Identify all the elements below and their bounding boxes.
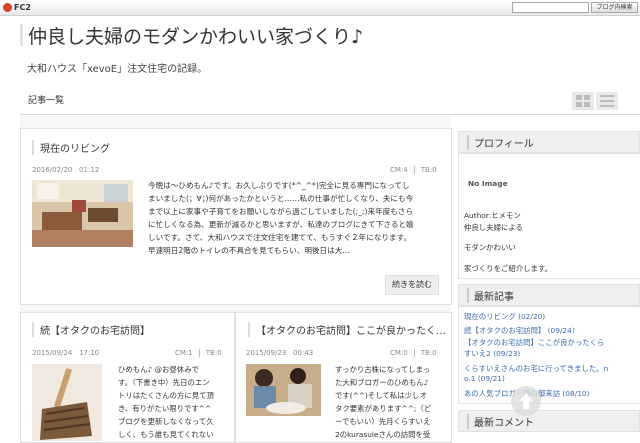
visit-photo xyxy=(246,364,321,416)
article-excerpt: ひめもん♪ @お昼休みで す。（下書き中）先日のエン トリはたくさんの方に見て頂… xyxy=(118,363,228,441)
divider xyxy=(413,349,415,357)
recent-comments-heading: 最新コメント xyxy=(458,410,640,432)
scroll-to-top-button[interactable] xyxy=(511,386,541,416)
blog-search-button[interactable]: ブログ内検索 xyxy=(591,2,638,13)
excerpt-line: 今晩は〜ひめもん♪です。お久しぶりです(*^_^*)完全に見る専門になってし xyxy=(148,181,410,190)
divider xyxy=(413,166,415,174)
featured-date: 2016/02/20 xyxy=(32,166,73,174)
recent-post-link[interactable]: 現在のリビング (02/20) xyxy=(464,311,545,322)
featured-article-datetime: 2016/02/20 01:12 xyxy=(32,166,99,174)
article-cm[interactable]: CM:0 xyxy=(390,349,408,357)
article-date: 2015/09/23 xyxy=(246,349,287,357)
recent-posts-heading: 最新記事 xyxy=(458,284,640,306)
excerpt-line: 2のkurasuieさんの訪問を受 xyxy=(335,430,431,439)
excerpt-line: まで以上に家事や子育てをお願いしながら過ごしていました(;_;)来年度もさら xyxy=(148,207,414,216)
recent-post-link[interactable]: くらすいえさんのお宅に行ってきました。n xyxy=(464,363,608,374)
article-time: 00:43 xyxy=(293,349,314,357)
excerpt-line: タク要素があります^^;（ど xyxy=(335,404,432,413)
article-date: 2015/09/24 xyxy=(32,349,73,357)
grid-icon xyxy=(576,95,590,107)
grid-view-button[interactable] xyxy=(572,92,594,110)
recent-post-link-cont[interactable]: o.1 (09/21) xyxy=(464,374,505,383)
article-thumbnail[interactable] xyxy=(246,364,321,416)
fc2-logo[interactable]: FC2 xyxy=(3,2,31,13)
article-excerpt: すっかり古株になってしまっ た大和ブロガーのひめもん♪ です(^^)そして私は少… xyxy=(335,363,445,441)
arrow-up-icon xyxy=(519,393,533,409)
recent-post-link[interactable]: 続【オタクのお宅訪問】 (09/24) xyxy=(464,325,575,336)
article-datetime: 2015/09/24 17:10 xyxy=(32,349,99,357)
excerpt-line: です(^^)そして私は少しオ xyxy=(335,391,427,400)
excerpt-line: ブログを更新しなくなって久 xyxy=(118,417,214,426)
article-thumbnail[interactable] xyxy=(32,364,102,441)
article-tb[interactable]: TB:0 xyxy=(206,349,222,357)
list-icon xyxy=(600,95,614,107)
excerpt-line: 早速明日2階のトイレの不具合を見てもらい、明後日は大... xyxy=(148,246,350,255)
featured-thumbnail[interactable] xyxy=(32,180,133,247)
profile-no-image: No Image xyxy=(468,179,508,188)
article-time: 17:10 xyxy=(79,349,100,357)
living-room-photo xyxy=(32,180,133,247)
recent-posts-heading-text: 最新記事 xyxy=(467,288,514,303)
featured-cm[interactable]: CM:4 xyxy=(390,166,408,174)
article-counts: CM:1 TB:0 xyxy=(175,349,222,357)
article-counts: CM:0 TB:0 xyxy=(390,349,437,357)
excerpt-line: た大和ブロガーのひめもん♪ xyxy=(335,378,429,387)
broom-photo xyxy=(32,364,102,441)
excerpt-line: トリはたくさんの方に見て頂 xyxy=(118,391,214,400)
excerpt-line: ひめもん♪ @お昼休みで xyxy=(118,365,199,374)
excerpt-line: す。（下書き中）先日のエン xyxy=(118,378,210,387)
read-more-button[interactable]: 続きを読む xyxy=(385,275,439,295)
featured-time: 01:12 xyxy=(79,166,100,174)
blog-title[interactable]: 仲良し夫婦のモダンかわいい家づくり♪ xyxy=(28,22,363,49)
profile-line: 家づくりをご紹介します。 xyxy=(464,264,552,273)
featured-article-counts: CM:4 TB:0 xyxy=(390,166,437,174)
article-tb[interactable]: TB:0 xyxy=(421,349,437,357)
nav-bar: 記事一覧 xyxy=(20,90,640,115)
recent-post-link-cont[interactable]: すいえ2 (09/23) xyxy=(464,348,520,359)
excerpt-line: まいました(；∀；)何があったかというと……私の仕事が忙しくなり、夫にも今 xyxy=(148,194,414,203)
fc2-toolbar: FC2 ブログ内検索 xyxy=(0,0,640,16)
article-title[interactable]: 続【オタクのお宅訪問】 xyxy=(32,322,150,337)
article-cm[interactable]: CM:1 xyxy=(175,349,193,357)
profile-heading-text: プロフィール xyxy=(467,135,534,150)
featured-article-title[interactable]: 現在のリビング xyxy=(32,140,110,155)
article-datetime: 2015/09/23 00:43 xyxy=(246,349,313,357)
profile-heading: プロフィール xyxy=(458,131,640,153)
recent-post-link[interactable]: 【オタクのお宅訪問】ここが良かったくら xyxy=(464,337,604,348)
profile-author: Author:ヒメモン xyxy=(464,211,521,220)
profile-line: モダンかわいい xyxy=(464,243,516,252)
blog-subtitle: 大和ハウス「xevoE」注文住宅の記録。 xyxy=(27,64,208,75)
blog-search-input[interactable] xyxy=(512,2,589,13)
title-accent-bar xyxy=(20,24,23,46)
fc2-logo-icon xyxy=(3,3,12,12)
divider xyxy=(198,349,200,357)
featured-excerpt: 今晩は〜ひめもん♪です。お久しぶりです(*^_^*)完全に見る専門になってし ま… xyxy=(148,179,438,257)
fc2-logo-text: FC2 xyxy=(14,3,31,12)
list-view-button[interactable] xyxy=(596,92,618,110)
excerpt-line: ーでもいい）先月くらすいえ xyxy=(335,417,431,426)
excerpt-line: に忙しくなる為、更新が減るかと思いますが、私達のブログにきて下さると嬉 xyxy=(148,220,414,229)
profile-line: 仲良し夫婦による xyxy=(464,223,523,232)
excerpt-line: き、有りがたい限りです^^ xyxy=(118,404,212,413)
tab-article-list[interactable]: 記事一覧 xyxy=(20,90,72,113)
excerpt-line: しいです。さて、大和ハウスで注文住宅を建てて、もうすぐ２年になります。 xyxy=(148,233,412,242)
excerpt-line: しく、もう誰も見てくれない xyxy=(118,430,214,439)
recent-comments-heading-text: 最新コメント xyxy=(467,414,534,429)
excerpt-line: すっかり古株になってしまっ xyxy=(335,365,431,374)
article-title[interactable]: 【オタクのお宅訪問】ここが良かったく… xyxy=(248,322,446,337)
featured-tb[interactable]: TB:0 xyxy=(421,166,437,174)
